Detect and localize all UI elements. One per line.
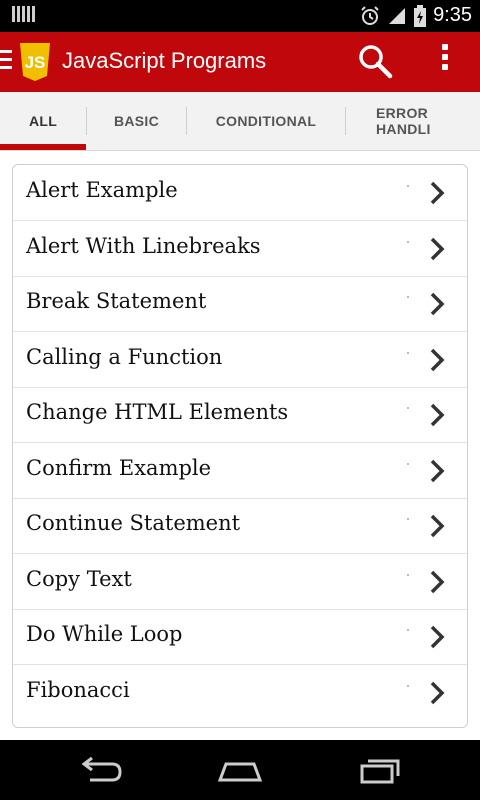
item-separator-dot bbox=[407, 351, 409, 354]
js-logo-icon[interactable]: JS bbox=[18, 43, 52, 81]
chevron-right-icon bbox=[430, 348, 445, 371]
app-bar: JS JavaScript Programs bbox=[0, 32, 480, 92]
list-item[interactable]: Fibonacci bbox=[13, 665, 467, 720]
chevron-right-icon bbox=[430, 292, 445, 316]
back-icon[interactable] bbox=[76, 756, 124, 784]
status-icons: 9:35 bbox=[359, 4, 472, 27]
app-title: JavaScript Programs bbox=[62, 48, 267, 73]
tab-error-handling[interactable]: ERROR HANDLI bbox=[346, 92, 480, 150]
item-separator-dot bbox=[407, 296, 409, 298]
alarm-icon bbox=[361, 5, 379, 25]
chevron-right-icon bbox=[430, 570, 445, 593]
chevron-right-icon bbox=[430, 181, 445, 205]
tab-all[interactable]: ALL bbox=[0, 92, 86, 150]
item-separator-dot bbox=[407, 573, 409, 576]
drawer-icon[interactable] bbox=[0, 50, 12, 72]
notification-icon bbox=[12, 6, 35, 22]
list-item-label: Copy Text bbox=[26, 566, 132, 591]
list-item[interactable]: Confirm Example bbox=[13, 443, 467, 499]
item-separator-dot bbox=[407, 185, 409, 187]
recents-icon[interactable] bbox=[356, 756, 404, 784]
chevron-right-icon bbox=[430, 459, 445, 482]
chevron-right-icon bbox=[430, 403, 445, 427]
list-item-label: Do While Loop bbox=[26, 622, 183, 646]
more-vert-icon[interactable] bbox=[430, 44, 460, 80]
item-separator-dot bbox=[407, 407, 409, 409]
program-list: Alert Example Alert With Linebreaks Brea… bbox=[12, 164, 468, 728]
list-item[interactable]: Continue Statement bbox=[13, 498, 467, 554]
list-item-label: Confirm Example bbox=[26, 455, 212, 480]
chevron-right-icon bbox=[430, 681, 445, 704]
chevron-right-icon bbox=[430, 625, 445, 649]
item-separator-dot bbox=[407, 684, 409, 687]
signal-icon bbox=[389, 7, 406, 24]
item-separator-dot bbox=[407, 462, 409, 465]
item-separator-dot bbox=[407, 240, 409, 243]
svg-text:JS: JS bbox=[25, 53, 46, 72]
search-icon[interactable] bbox=[356, 42, 396, 82]
list-item[interactable]: Do While Loop bbox=[13, 609, 467, 665]
list-item-label: Continue Statement bbox=[26, 511, 241, 535]
list-item-label: Fibonacci bbox=[26, 677, 130, 702]
list-item-label: Change HTML Elements bbox=[26, 400, 289, 424]
chevron-right-icon bbox=[430, 237, 445, 260]
list-item-label: Calling a Function bbox=[26, 344, 223, 369]
list-item-label: Break Statement bbox=[26, 289, 207, 313]
system-nav-bar bbox=[0, 740, 480, 800]
item-separator-dot bbox=[407, 629, 409, 631]
tab-bar: ALL BASIC CONDITIONAL ERROR HANDLI bbox=[0, 92, 480, 151]
home-icon[interactable] bbox=[216, 756, 264, 784]
item-separator-dot bbox=[407, 518, 409, 520]
tab-indicator bbox=[0, 144, 86, 150]
status-time: 9:35 bbox=[433, 4, 472, 26]
battery-icon bbox=[414, 4, 427, 27]
list-item[interactable]: Break Statement bbox=[13, 276, 467, 332]
list-item-label: Alert With Linebreaks bbox=[26, 233, 261, 258]
list-item[interactable]: Copy Text bbox=[13, 554, 467, 610]
list-item-label: Alert Example bbox=[26, 178, 178, 202]
list-item[interactable]: Calling a Function bbox=[13, 332, 467, 388]
tab-conditional[interactable]: CONDITIONAL bbox=[187, 92, 345, 150]
status-bar: 9:35 bbox=[0, 0, 480, 32]
chevron-right-icon bbox=[430, 514, 445, 538]
list-item[interactable]: Alert Example bbox=[13, 165, 467, 221]
tab-basic[interactable]: BASIC bbox=[87, 92, 186, 150]
list-item[interactable]: Alert With Linebreaks bbox=[13, 221, 467, 277]
list-item[interactable]: Change HTML Elements bbox=[13, 387, 467, 443]
